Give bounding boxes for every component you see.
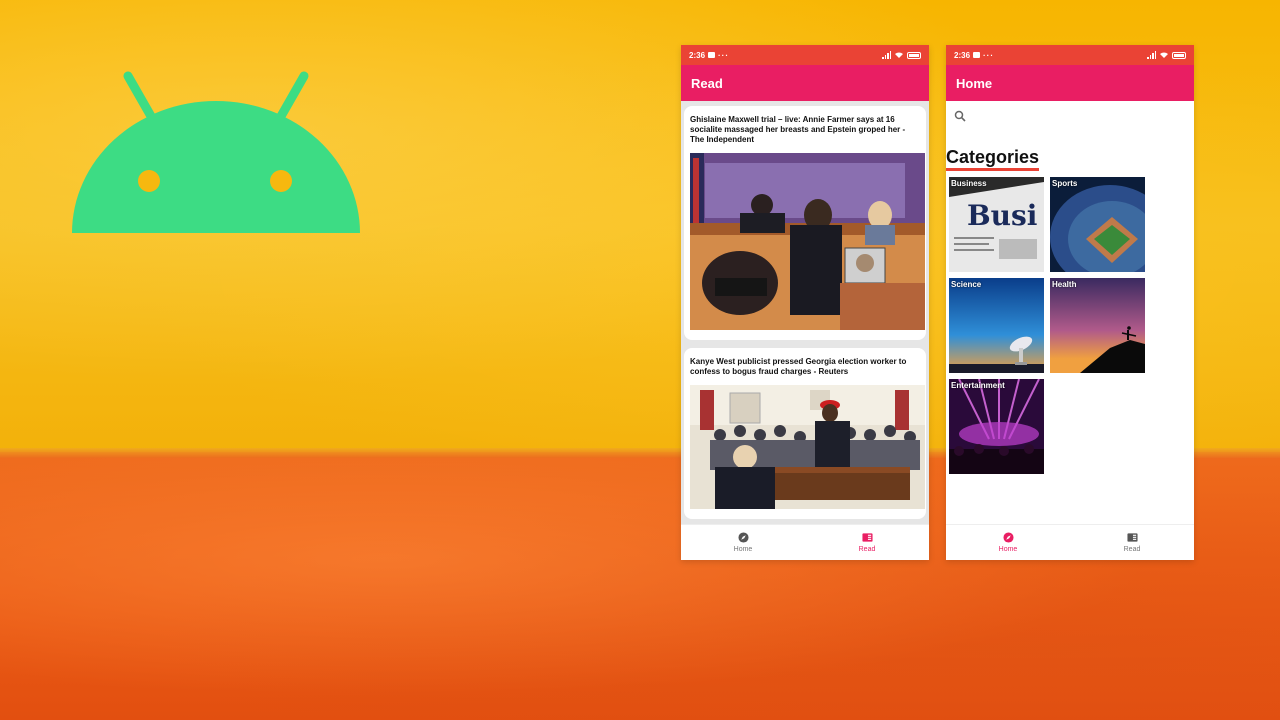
nav-read-label: Read: [1123, 546, 1141, 553]
category-tile-health[interactable]: Health: [1050, 278, 1145, 373]
category-grid: Busi Business Sports Science Health Ente…: [949, 177, 1194, 474]
courtroom-sketch-image[interactable]: [690, 153, 925, 330]
home-content: Categories Busi Business Sports Science …: [946, 101, 1194, 524]
svg-text:Busi: Busi: [967, 199, 1037, 232]
search-bar[interactable]: [946, 101, 1194, 131]
categories-heading: Categories: [946, 147, 1040, 171]
compass-icon: [1002, 532, 1014, 543]
category-tile-entertainment[interactable]: Entertainment: [949, 379, 1044, 474]
nav-read[interactable]: Read: [805, 525, 929, 560]
article-card[interactable]: Kanye West publicist pressed Georgia ele…: [684, 348, 926, 519]
wifi-icon: [1160, 52, 1168, 58]
category-label: Sports: [1052, 179, 1078, 188]
android-logo-icon: [72, 71, 360, 233]
app-bar: Read: [681, 65, 929, 101]
compass-icon: [737, 532, 749, 543]
search-icon[interactable]: [954, 110, 966, 122]
category-label: Health: [1052, 280, 1077, 289]
bottom-navigation: Home Read: [681, 524, 929, 560]
oval-office-photo-image[interactable]: [690, 385, 925, 509]
status-overflow: ···: [983, 50, 995, 60]
nav-home-label: Home: [998, 546, 1018, 553]
news-icon: [1126, 533, 1138, 542]
phone-home-screen: 2:36 ··· Home Categories Busi Business S…: [946, 45, 1194, 560]
category-tile-business[interactable]: Busi Business: [949, 177, 1044, 272]
status-bar: 2:36 ···: [681, 45, 929, 65]
category-tile-sports[interactable]: Sports: [1050, 177, 1145, 272]
message-icon: [973, 52, 981, 58]
article-title[interactable]: Ghislaine Maxwell trial – live: Annie Fa…: [690, 115, 920, 145]
news-icon: [861, 533, 873, 542]
status-time: 2:36: [954, 50, 971, 60]
concert-lights-image: [949, 379, 1044, 474]
message-icon: [708, 52, 716, 58]
nav-home[interactable]: Home: [681, 525, 805, 560]
yoga-sunset-image: [1050, 278, 1145, 373]
battery-icon: [1172, 51, 1186, 59]
radio-telescope-image: [949, 278, 1044, 373]
signal-icon: [1147, 51, 1156, 59]
category-label: Entertainment: [951, 381, 1005, 390]
nav-read-label: Read: [858, 546, 876, 553]
category-tile-science[interactable]: Science: [949, 278, 1044, 373]
app-bar-title: Home: [956, 75, 993, 91]
nav-home-label: Home: [733, 546, 753, 553]
app-bar: Home: [946, 65, 1194, 101]
status-time: 2:36: [689, 50, 706, 60]
bottom-navigation: Home Read: [946, 524, 1194, 560]
newspaper-image: Busi: [949, 177, 1044, 272]
battery-icon: [907, 51, 921, 59]
category-label: Science: [951, 280, 982, 289]
status-bar: 2:36 ···: [946, 45, 1194, 65]
nav-home[interactable]: Home: [946, 525, 1070, 560]
phone-read-screen: 2:36 ··· Read Ghislaine Maxwell trial – …: [681, 45, 929, 560]
category-label: Business: [951, 179, 987, 188]
app-bar-title: Read: [691, 75, 723, 91]
article-card[interactable]: Ghislaine Maxwell trial – live: Annie Fa…: [684, 106, 926, 340]
status-overflow: ···: [718, 50, 730, 60]
article-list[interactable]: Ghislaine Maxwell trial – live: Annie Fa…: [681, 101, 929, 524]
nav-read[interactable]: Read: [1070, 525, 1194, 560]
wifi-icon: [895, 52, 903, 58]
signal-icon: [882, 51, 891, 59]
article-title[interactable]: Kanye West publicist pressed Georgia ele…: [690, 357, 920, 377]
search-input[interactable]: [972, 111, 1172, 121]
stadium-image: [1050, 177, 1145, 272]
